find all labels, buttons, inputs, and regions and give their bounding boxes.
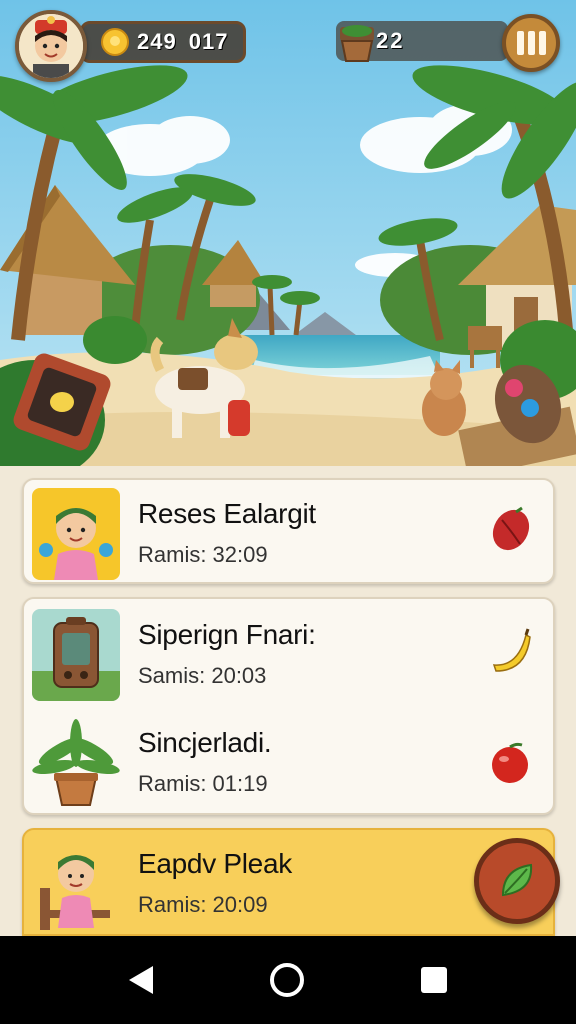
task-list: Reses Ealargit Ramis: 32:09 Siperign Fna…	[0, 466, 576, 936]
pause-button[interactable]	[502, 14, 560, 72]
pause-icon	[516, 31, 524, 55]
cocoa-pod-icon	[492, 506, 530, 551]
task-row[interactable]: Reses Ealargit Ramis: 32:09	[24, 482, 553, 582]
villager-on-chair-icon	[32, 838, 120, 930]
radio-device-icon	[32, 609, 120, 701]
recent-apps-icon[interactable]	[421, 967, 448, 993]
villager-waving-icon	[32, 488, 120, 580]
beach-scene: 249 017 22	[0, 0, 576, 466]
task-card-highlighted[interactable]: Eapdv Pleak Ramis: 20:09	[22, 828, 560, 936]
coins-panel: 249 017	[80, 21, 246, 63]
task-time: Samis: 20:03	[138, 663, 267, 688]
task-title: Siperign Fnari:	[138, 619, 316, 650]
plant-pot-icon	[340, 25, 374, 62]
player-avatar-icon	[19, 14, 83, 78]
task-title: Reses Ealargit	[138, 498, 316, 529]
potted-plant-icon	[32, 717, 120, 809]
system-navigation-bar	[0, 936, 576, 1024]
beach-illustration	[0, 0, 576, 466]
collect-action-button[interactable]	[474, 838, 560, 924]
task-time: Ramis: 01:19	[138, 771, 268, 796]
task-row[interactable]: Eapdv Pleak Ramis: 20:09	[24, 832, 560, 932]
red-apple-icon	[492, 742, 528, 783]
coin-icon	[101, 28, 129, 56]
banana-icon	[492, 628, 531, 672]
coins-primary-value: 249	[137, 29, 177, 54]
back-icon[interactable]	[128, 966, 153, 994]
game-screen: 249 017 22 Reses Ealargit Ramis: 32:09 S…	[0, 0, 576, 1024]
task-card[interactable]: Siperign Fnari: Samis: 20:03 Sincjerladi…	[22, 597, 555, 815]
leaf-action-icon	[501, 863, 533, 897]
player-avatar-button[interactable]	[15, 10, 87, 82]
task-card[interactable]: Reses Ealargit Ramis: 32:09	[22, 478, 555, 584]
items-panel: 22	[336, 21, 508, 62]
task-time: Ramis: 32:09	[138, 542, 268, 567]
coins-secondary-value: 017	[188, 29, 229, 54]
home-icon[interactable]	[269, 963, 304, 997]
task-row[interactable]: Sincjerladi. Ramis: 01:19	[24, 711, 553, 811]
task-title: Eapdv Pleak	[138, 848, 292, 879]
items-count: 22	[376, 28, 405, 53]
task-title: Sincjerladi.	[138, 727, 272, 758]
task-row[interactable]: Siperign Fnari: Samis: 20:03	[24, 603, 553, 703]
task-time: Ramis: 20:09	[138, 892, 268, 917]
